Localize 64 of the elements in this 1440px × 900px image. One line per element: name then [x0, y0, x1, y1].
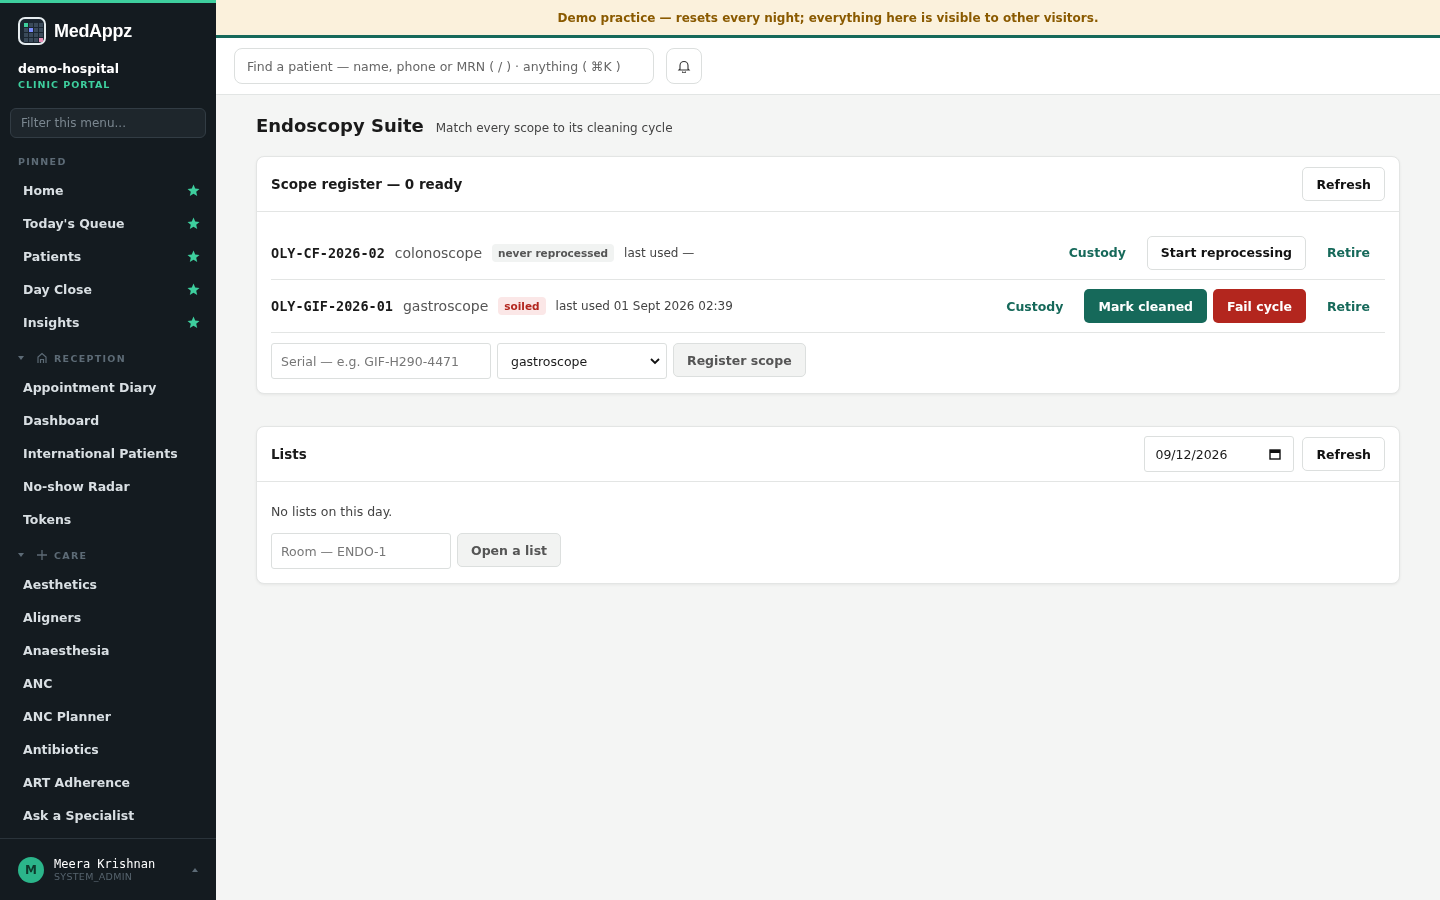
button[interactable]: Register scope	[673, 343, 806, 377]
button[interactable]: Refresh	[1302, 437, 1385, 471]
button[interactable]: Fail cycle	[1213, 289, 1306, 323]
page-title: Endoscopy Suite	[256, 115, 424, 136]
nav-item[interactable]: No-show Radar	[0, 470, 216, 503]
status-badge: soiled	[498, 297, 546, 315]
nav-item[interactable]: Ask a Specialist	[0, 799, 216, 832]
filter-field[interactable]: Filter this menu...	[10, 108, 206, 138]
status-badge: never reprocessed	[492, 243, 615, 262]
last-used-text: last used —	[624, 245, 695, 260]
nav-item[interactable]: ART Adherence	[0, 766, 216, 799]
nav-item[interactable]: Patients	[0, 240, 216, 273]
section-heading: PINNED	[18, 155, 67, 167]
scope-serial: OLY-GIF-2026-01	[271, 298, 393, 314]
nav-item[interactable]: ANC	[0, 667, 216, 700]
serial-field[interactable]: Serial — e.g. GIF-H290-4471	[271, 343, 491, 379]
card-title: Lists	[271, 446, 307, 462]
demo-banner: Demo practice — resets every night; everything here is visible to other visitors.	[216, 0, 1440, 38]
nav-item[interactable]: Tokens	[0, 503, 216, 536]
nav-item[interactable]: Antibiotics	[0, 733, 216, 766]
search-field[interactable]: Find a patient — name, phone or MRN ( / ) · anything ( ⌘K )	[234, 48, 654, 84]
nav-item[interactable]: ANC Planner	[0, 700, 216, 733]
organization-name: demo-hospital	[17, 60, 121, 76]
user-role: SYSTEM_ADMIN	[54, 871, 134, 882]
plus-icon	[36, 549, 48, 561]
nav-item[interactable]: Day Close	[0, 273, 216, 306]
nav-item[interactable]: International Patients	[0, 437, 216, 470]
button[interactable]: Open a list	[457, 533, 562, 567]
nav-item[interactable]: Anaesthesia	[0, 634, 216, 667]
avatar: M	[18, 856, 44, 883]
scope-type: gastroscope	[402, 298, 489, 314]
link-button[interactable]: Custody	[991, 289, 1079, 323]
last-used-text: last used 01 Sept 2026 02:39	[555, 299, 733, 313]
nav-item[interactable]: Home	[0, 174, 216, 207]
link-button[interactable]: Custody	[1053, 235, 1141, 270]
date-field[interactable]: 09/12/2026	[1144, 436, 1295, 472]
bell-icon	[677, 59, 691, 73]
button[interactable]: Start reprocessing	[1146, 235, 1306, 270]
nav-item[interactable]: Appointment Diary	[0, 371, 216, 404]
type-dropdown[interactable]: gastroscope	[497, 343, 667, 379]
empty-message: No lists on this day.	[271, 504, 394, 519]
nav-item[interactable]: Aligners	[0, 601, 216, 634]
caret-icon	[192, 866, 198, 873]
card-title: Scope register — 0 ready	[271, 176, 463, 192]
link-button[interactable]: Retire	[1312, 289, 1385, 323]
scope-type: colonoscope	[394, 244, 482, 261]
button[interactable]: Mark cleaned	[1084, 289, 1208, 323]
nav-item[interactable]: Today's Queue	[0, 207, 216, 240]
calendar-icon	[1269, 448, 1282, 460]
chevron-icon	[650, 357, 660, 365]
user-name: Meera Krishnan	[54, 857, 157, 871]
link-button[interactable]: Retire	[1312, 235, 1385, 270]
nav-item[interactable]: Insights	[0, 306, 216, 339]
house-icon	[36, 352, 48, 364]
logo-icon	[18, 17, 46, 45]
notifications-button[interactable]	[666, 48, 702, 84]
nav-item[interactable]: Dashboard	[0, 404, 216, 437]
brand-name: MedAppz	[54, 20, 132, 42]
page-subtitle: Match every scope to its cleaning cycle	[435, 121, 673, 135]
button[interactable]: Refresh	[1302, 167, 1385, 201]
nav-item[interactable]: Aesthetics	[0, 568, 216, 601]
portal-label: CLINIC PORTAL	[17, 78, 112, 90]
scope-serial: OLY-CF-2026-02	[271, 244, 385, 261]
room-field[interactable]: Room — ENDO-1	[271, 533, 451, 569]
